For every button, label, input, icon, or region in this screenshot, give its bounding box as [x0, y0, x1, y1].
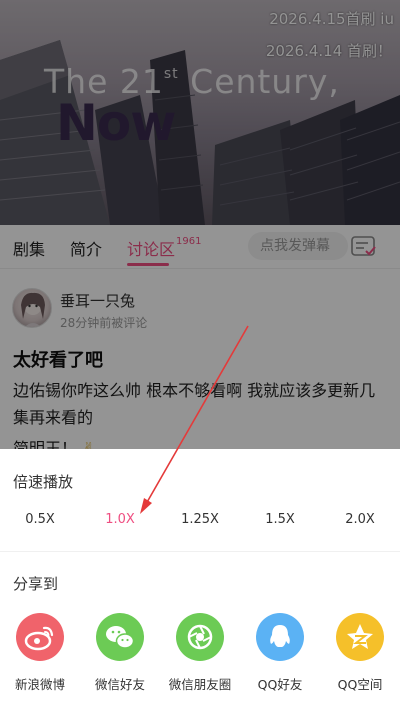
share-wechat-button[interactable]: 微信好友	[83, 613, 157, 693]
share-qzone-button[interactable]: QQ空间	[323, 613, 397, 693]
wechat-icon	[96, 613, 144, 661]
speed-option-2.0x[interactable]: 2.0X	[335, 512, 385, 527]
share-sheet: 倍速播放 0.5X 1.0X 1.25X 1.5X 2.0X 分享到 新浪微博	[0, 449, 400, 711]
share-qq-button[interactable]: QQ好友	[243, 613, 317, 693]
share-weibo-label: 新浪微博	[14, 677, 65, 692]
speed-option-0.5x[interactable]: 0.5X	[15, 512, 65, 527]
share-wechat-label: 微信好友	[94, 677, 145, 692]
share-qq-label: QQ好友	[257, 677, 303, 692]
share-qzone-label: QQ空间	[337, 677, 383, 692]
speed-option-1.5x[interactable]: 1.5X	[255, 512, 305, 527]
speed-section-title: 倍速播放	[13, 473, 74, 491]
share-moments-button[interactable]: 微信朋友圈	[163, 613, 237, 693]
share-moments-label: 微信朋友圈	[168, 677, 232, 692]
divider	[0, 551, 400, 552]
speed-option-1.0x[interactable]: 1.0X	[95, 512, 145, 527]
dim-overlay[interactable]	[0, 0, 400, 449]
qq-icon	[256, 613, 304, 661]
moments-icon	[176, 613, 224, 661]
share-section-title: 分享到	[13, 575, 59, 593]
speed-option-1.25x[interactable]: 1.25X	[175, 512, 225, 527]
weibo-icon	[16, 613, 64, 661]
share-weibo-button[interactable]: 新浪微博	[3, 613, 77, 693]
qzone-icon	[336, 613, 384, 661]
